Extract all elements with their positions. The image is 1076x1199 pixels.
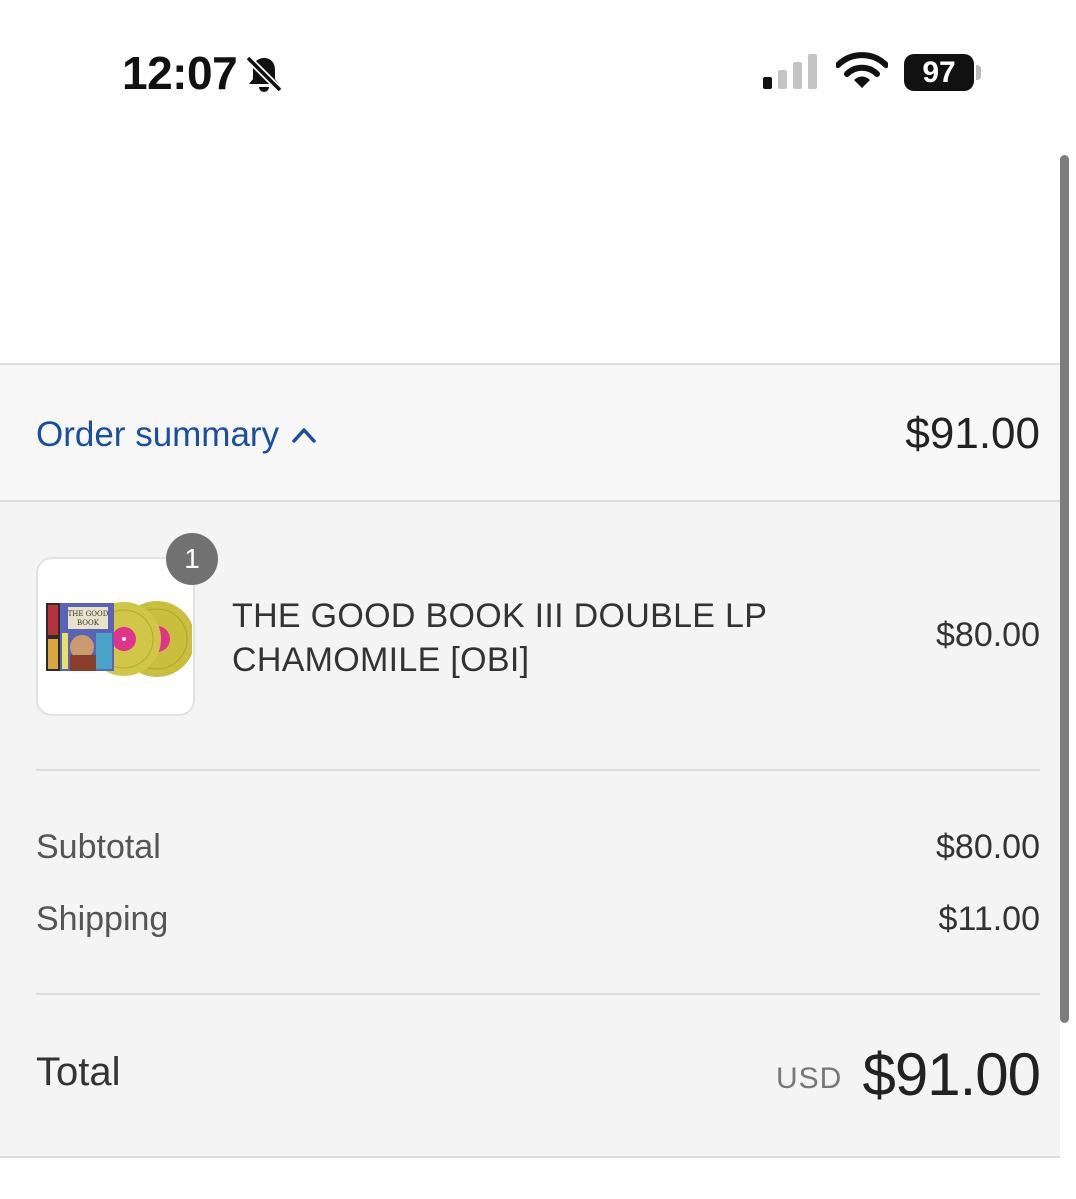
svg-text:THE GOOD: THE GOOD (68, 610, 109, 618)
subtotal-value: $80.00 (936, 828, 1040, 866)
product-price: $80.00 (936, 616, 1040, 654)
scrollbar[interactable] (1060, 155, 1069, 1023)
status-bar: 12:07 97 (0, 0, 1076, 150)
album-cover-image: THE GOOD BOOK (46, 601, 192, 677)
product-thumbnail: THE GOOD BOOK (36, 557, 195, 716)
product-name-line1: THE GOOD BOOK III DOUBLE LP (232, 597, 768, 635)
cellular-signal-icon (763, 54, 817, 89)
order-summary-label: Order summary (36, 415, 280, 454)
order-summary-bar: Order summary $91.00 (0, 363, 1060, 502)
order-summary-panel: THE GOOD BOOK 1 THE GOOD BOOK III DOUBLE… (0, 502, 1060, 1158)
total-value: $91.00 (862, 1041, 1041, 1108)
product-name-line2: CHAMOMILE [OBI] (232, 641, 530, 679)
total-currency: USD (776, 1062, 843, 1095)
bell-slash-icon (245, 55, 283, 93)
battery-icon: 97 (904, 54, 974, 91)
quantity-badge: 1 (166, 533, 218, 585)
wifi-icon (836, 52, 888, 88)
order-summary-toggle[interactable]: Order summary (36, 415, 317, 455)
checkout-page: 12:07 97 Order summary $91.00 THE GOOD B… (0, 0, 1076, 1199)
divider (36, 993, 1040, 995)
battery-nub (976, 65, 981, 80)
shipping-value: $11.00 (938, 900, 1040, 938)
shipping-label: Shipping (36, 900, 169, 938)
total-label: Total (36, 1050, 121, 1094)
order-summary-total: $91.00 (905, 409, 1040, 458)
subtotal-label: Subtotal (36, 828, 161, 866)
chevron-up-icon (292, 428, 316, 443)
product-name: THE GOOD BOOK III DOUBLE LP CHAMOMILE [O… (232, 594, 852, 682)
svg-text:BOOK: BOOK (77, 619, 100, 627)
divider (36, 769, 1040, 771)
status-time: 12:07 (122, 47, 238, 99)
